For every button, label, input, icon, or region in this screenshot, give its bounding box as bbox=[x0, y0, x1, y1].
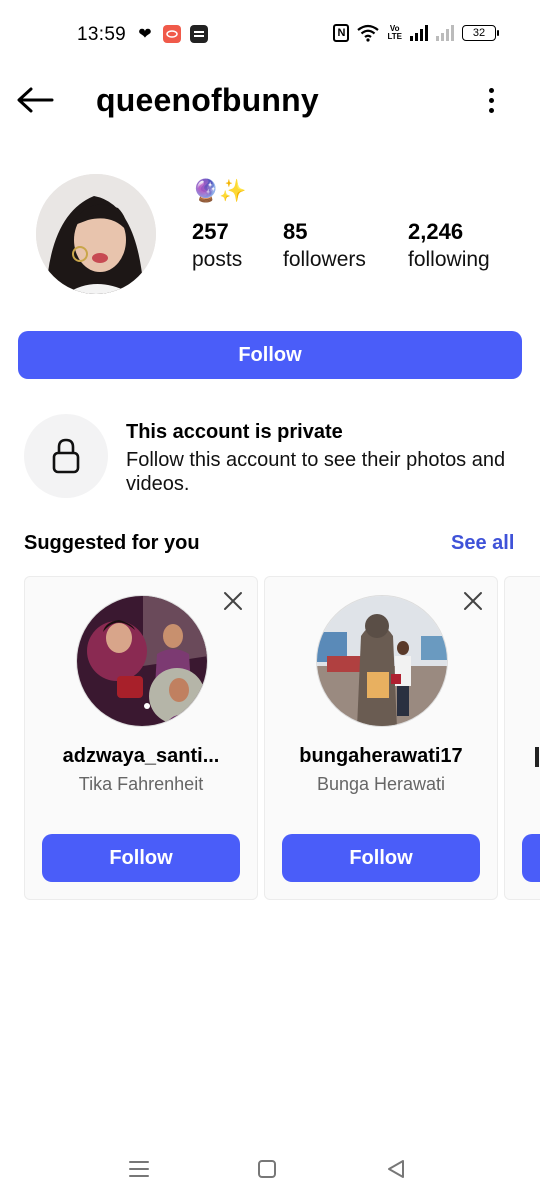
back-arrow-icon bbox=[17, 87, 54, 113]
system-icons: N Vo LTE 32 bbox=[333, 24, 499, 42]
posts-stat[interactable]: 257 posts bbox=[192, 218, 242, 274]
wifi-icon bbox=[357, 24, 380, 42]
suggestion-card[interactable]: bungaherawati17 Bunga Herawati Follow bbox=[264, 576, 498, 900]
menu-icon bbox=[129, 1161, 149, 1177]
dismiss-button[interactable] bbox=[461, 589, 485, 613]
partial-follow-button[interactable] bbox=[522, 834, 540, 882]
back-button[interactable] bbox=[14, 80, 56, 120]
heart-icon: ❤ bbox=[138, 26, 152, 43]
status-bar: 13:59 ❤ N Vo LTE 32 bbox=[0, 0, 540, 72]
suggested-heading: Suggested for you bbox=[24, 532, 200, 554]
profile-avatar[interactable] bbox=[36, 174, 156, 294]
suggestion-follow-button[interactable]: Follow bbox=[42, 834, 240, 882]
webtoon-icon bbox=[190, 25, 208, 43]
posts-label: posts bbox=[192, 248, 243, 271]
battery-icon: 32 bbox=[462, 25, 499, 41]
partial-username-fragment bbox=[535, 747, 539, 767]
more-dot-icon bbox=[488, 97, 494, 103]
suggestion-card-partial[interactable] bbox=[504, 576, 540, 900]
signal-off-icon bbox=[436, 25, 454, 41]
suggestion-follow-button[interactable]: Follow bbox=[282, 834, 480, 882]
followers-stat[interactable]: 85 followers bbox=[283, 218, 366, 274]
suggestion-username: adzwaya_santi... bbox=[62, 745, 220, 767]
volte-icon: Vo LTE bbox=[387, 25, 402, 41]
following-stat[interactable]: 2,246 following bbox=[408, 218, 490, 274]
suggestion-avatar[interactable] bbox=[316, 595, 448, 727]
private-description: Follow this account to see their photos … bbox=[126, 449, 506, 495]
more-dot-icon bbox=[488, 107, 494, 113]
followers-label: followers bbox=[283, 248, 366, 271]
page-title: queenofbunny bbox=[96, 82, 319, 118]
suggestion-card[interactable]: adzwaya_santi... Tika Fahrenheit Follow bbox=[24, 576, 258, 900]
suggestion-fullname: Tika Fahrenheit bbox=[78, 774, 204, 794]
profile-bio: 🔮✨ bbox=[192, 178, 247, 203]
more-dot-icon bbox=[488, 87, 494, 93]
system-nav-bar bbox=[0, 1140, 540, 1200]
back-triangle-icon bbox=[388, 1160, 404, 1178]
lock-badge bbox=[24, 414, 108, 498]
suggestion-fullname: Bunga Herawati bbox=[316, 774, 446, 794]
following-label: following bbox=[408, 248, 490, 271]
status-time: 13:59 bbox=[77, 24, 127, 45]
followers-count: 85 bbox=[283, 219, 308, 244]
more-options-button[interactable] bbox=[476, 82, 506, 118]
private-title: This account is private bbox=[126, 421, 343, 443]
following-count: 2,246 bbox=[408, 219, 464, 244]
close-icon bbox=[224, 592, 242, 610]
nfc-icon: N bbox=[333, 24, 350, 42]
close-icon bbox=[464, 592, 482, 610]
app-red-icon bbox=[163, 25, 181, 43]
suggestion-avatar[interactable] bbox=[76, 595, 208, 727]
back-nav-button[interactable] bbox=[381, 1154, 411, 1184]
follow-button[interactable]: Follow bbox=[18, 331, 522, 379]
see-all-link[interactable]: See all bbox=[451, 532, 514, 555]
dismiss-button[interactable] bbox=[221, 589, 245, 613]
notification-icons: ❤ bbox=[136, 25, 208, 43]
posts-count: 257 bbox=[192, 219, 229, 244]
home-button[interactable] bbox=[252, 1154, 282, 1184]
volte-bottom: LTE bbox=[387, 32, 402, 41]
profile-header: queenofbunny bbox=[0, 72, 540, 128]
lock-icon bbox=[52, 438, 80, 474]
recents-button[interactable] bbox=[124, 1154, 154, 1184]
suggestion-username: bungaherawati17 bbox=[299, 745, 463, 767]
signal-icon bbox=[410, 25, 428, 41]
home-square-icon bbox=[258, 1160, 276, 1178]
